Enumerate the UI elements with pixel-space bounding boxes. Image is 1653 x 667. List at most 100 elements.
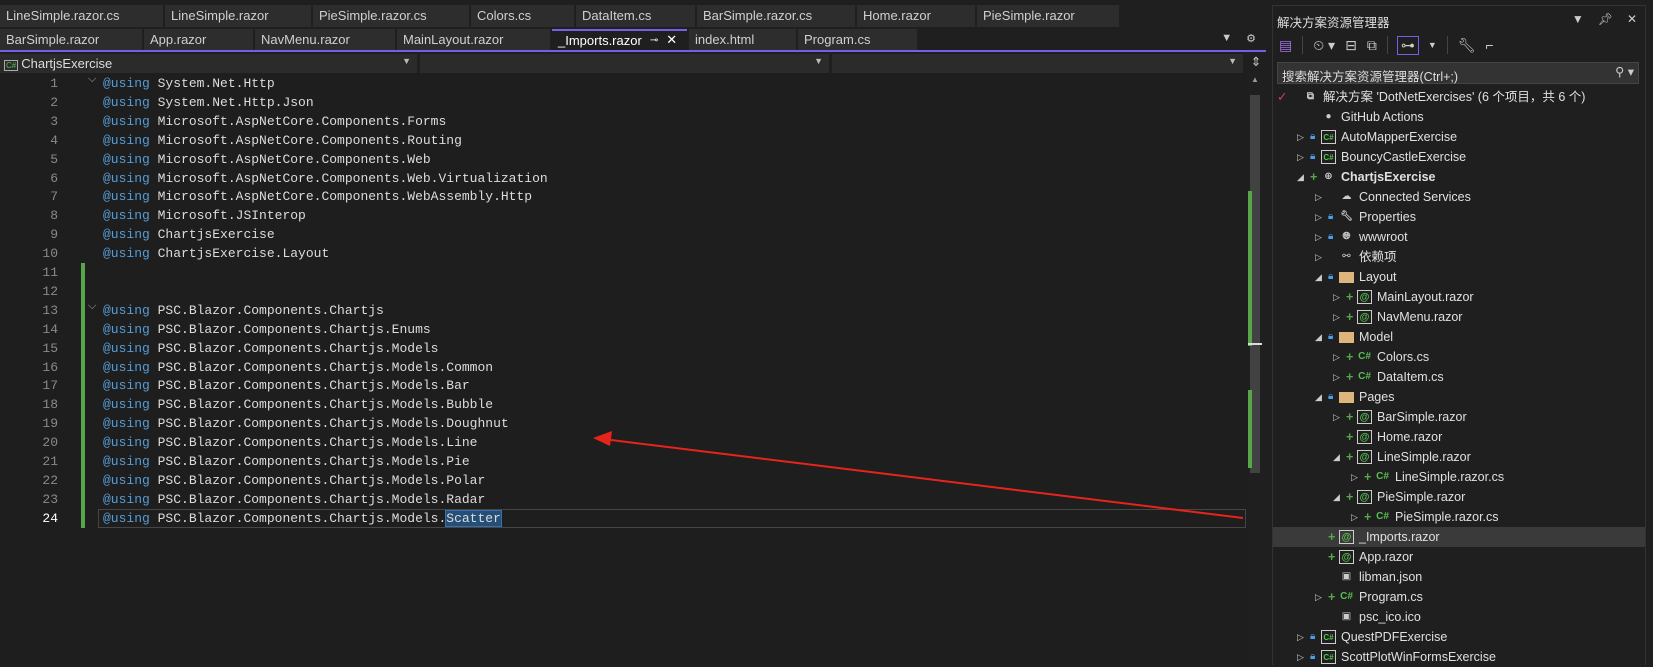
keyword: @using [103, 208, 150, 224]
type-dropdown[interactable]: ▼ [420, 54, 830, 73]
fold-collapse-icon[interactable]: ⌵ [88, 301, 96, 313]
collapsed-arrow-icon[interactable]: ▷ [1297, 147, 1304, 167]
tab-program-cs[interactable]: Program.cs [798, 29, 917, 51]
tree-item[interactable]: ▷ + C# PieSimple.razor.cs [1273, 507, 1645, 527]
vertical-scrollbar[interactable]: ▲ [1248, 73, 1262, 665]
tab-navmenu-razor[interactable]: NavMenu.razor [255, 29, 395, 51]
tree-item[interactable]: ▷ 🔒︎ C# ScottPlotWinFormsExercise [1273, 647, 1645, 667]
tree-item[interactable]: ▷ 🔒︎ 🔧︎ Properties [1273, 207, 1645, 227]
file-icon: ▣ [1341, 571, 1352, 582]
tab--imports-razor[interactable]: _Imports.razor ⊸ ✕ [552, 29, 687, 51]
tab-dataitem-cs[interactable]: DataItem.cs [576, 5, 695, 27]
collapsed-arrow-icon[interactable]: ▷ [1333, 307, 1340, 327]
collapsed-arrow-icon[interactable]: ▷ [1315, 207, 1322, 227]
tree-item[interactable]: ▷ + @ MainLayout.razor [1273, 287, 1645, 307]
collapsed-arrow-icon[interactable]: ▷ [1351, 507, 1358, 527]
tree-item[interactable]: ▷ 🔒︎ 🌐︎ wwwroot [1273, 227, 1645, 247]
search-icon[interactable]: ⚲ ▾ [1615, 64, 1634, 79]
tree-item[interactable]: ▷ + @ NavMenu.razor [1273, 307, 1645, 327]
tree-item[interactable]: ◢ + @ PieSimple.razor [1273, 487, 1645, 507]
collapsed-arrow-icon[interactable]: ▷ [1297, 647, 1304, 667]
tree-item[interactable]: ▷ + C# DataItem.cs [1273, 367, 1645, 387]
tree-item[interactable]: + @ App.razor [1273, 547, 1645, 567]
tab-app-razor[interactable]: App.razor [144, 29, 253, 51]
line-number: 12 [42, 283, 58, 299]
pin-tab-icon[interactable]: ⊸ [650, 35, 658, 46]
window-position-icon[interactable]: ▼ [1572, 12, 1584, 26]
tree-item[interactable]: ◢ + ⊕ ChartjsExercise [1273, 167, 1645, 187]
tab-piesimple-razor-cs[interactable]: PieSimple.razor.cs [313, 5, 469, 27]
tree-item[interactable]: ◢ 🔒︎ Layout [1273, 267, 1645, 287]
scroll-up-icon[interactable]: ▲ [1251, 75, 1259, 84]
tree-item[interactable]: ✓ ⧉ 解决方案 'DotNetExercises' (6 个项目，共 6 个) [1273, 87, 1645, 107]
show-all-files-icon[interactable]: ⧉ [1367, 37, 1377, 54]
code-line: @using PSC.Blazor.Components.Chartjs [103, 301, 384, 320]
close-tab-icon[interactable]: ✕ [666, 32, 677, 48]
tab-barsimple-razor-cs[interactable]: BarSimple.razor.cs [697, 5, 855, 27]
tree-item[interactable]: + @ _Imports.razor [1273, 527, 1645, 547]
code-editor[interactable]: ⌵ ⌵ 1 @using System.Net.Http 2 @using System.… [0, 73, 1247, 665]
sync-active-document-icon[interactable]: ⊶ [1396, 35, 1419, 55]
collapsed-arrow-icon[interactable]: ▷ [1333, 367, 1340, 387]
explorer-search-input[interactable]: 搜索解决方案资源管理器(Ctrl+;) ⚲ ▾ [1277, 62, 1639, 84]
chevron-down-icon[interactable]: ▼ [1428, 40, 1437, 50]
tab-barsimple-razor[interactable]: BarSimple.razor [0, 29, 142, 51]
pending-changes-filter-icon[interactable]: ⏲ ▾ [1313, 37, 1335, 54]
tab-index-html[interactable]: index.html [689, 29, 796, 51]
tree-item[interactable]: ● GitHub Actions [1273, 107, 1645, 127]
tree-item[interactable]: ◢ 🔒︎ Model [1273, 327, 1645, 347]
lock-icon: 🔒︎ [1310, 131, 1316, 142]
tree-item[interactable]: ▷ + C# Program.cs [1273, 587, 1645, 607]
properties-wrench-icon[interactable]: 🔧︎ [1458, 37, 1476, 54]
collapsed-arrow-icon[interactable]: ▷ [1333, 407, 1340, 427]
expanded-arrow-icon[interactable]: ◢ [1297, 167, 1304, 187]
preview-selected-icon[interactable]: ⌐ [1486, 37, 1494, 53]
tree-item[interactable]: ◢ 🔒︎ Pages [1273, 387, 1645, 407]
gear-icon[interactable]: ⚙ [1246, 32, 1256, 45]
tree-item-label: NavMenu.razor [1377, 310, 1463, 324]
tree-item[interactable]: ▷ 🔒︎ C# BouncyCastleExercise [1273, 147, 1645, 167]
tree-item[interactable]: ▣ psc_ico.ico [1273, 607, 1645, 627]
collapsed-arrow-icon[interactable]: ▷ [1315, 227, 1322, 247]
collapsed-arrow-icon[interactable]: ▷ [1315, 587, 1322, 607]
tree-item[interactable]: ▷ ⚯ 依赖项 [1273, 247, 1645, 267]
collapsed-arrow-icon[interactable]: ▷ [1333, 347, 1340, 367]
tree-item[interactable]: ◢ + @ LineSimple.razor [1273, 447, 1645, 467]
pin-icon[interactable]: 📌︎ [1598, 12, 1613, 26]
split-editor-icon[interactable]: ⇕ [1246, 54, 1266, 73]
keyword: @using [103, 491, 150, 507]
tree-item[interactable]: ▷ 🔒︎ C# AutoMapperExercise [1273, 127, 1645, 147]
tree-item[interactable]: ▣ libman.json [1273, 567, 1645, 587]
collapse-all-icon[interactable]: ⊟ [1345, 37, 1357, 54]
collapsed-arrow-icon[interactable]: ▷ [1297, 627, 1304, 647]
tree-item[interactable]: ▷ + @ BarSimple.razor [1273, 407, 1645, 427]
collapsed-arrow-icon[interactable]: ▷ [1297, 127, 1304, 147]
expanded-arrow-icon[interactable]: ◢ [1315, 267, 1322, 287]
tab-home-razor[interactable]: Home.razor [857, 5, 975, 27]
close-icon[interactable]: ✕ [1627, 12, 1637, 26]
tab-label: NavMenu.razor [261, 32, 350, 47]
tab-colors-cs[interactable]: Colors.cs [471, 5, 574, 27]
fold-collapse-icon[interactable]: ⌵ [88, 74, 96, 86]
expanded-arrow-icon[interactable]: ◢ [1333, 447, 1340, 467]
tab-linesimple-razor-cs[interactable]: LineSimple.razor.cs [0, 5, 163, 27]
collapsed-arrow-icon[interactable]: ▷ [1315, 187, 1322, 207]
tree-item[interactable]: ▷ + C# Colors.cs [1273, 347, 1645, 367]
tab-piesimple-razor[interactable]: PieSimple.razor [977, 5, 1119, 27]
switch-views-icon[interactable]: ▤ [1279, 37, 1292, 54]
member-dropdown[interactable]: ▼ [832, 54, 1244, 73]
tree-item[interactable]: + @ Home.razor [1273, 427, 1645, 447]
tab-linesimple-razor[interactable]: LineSimple.razor [165, 5, 311, 27]
collapsed-arrow-icon[interactable]: ▷ [1333, 287, 1340, 307]
tab-list-dropdown-icon[interactable]: ▼ [1221, 32, 1232, 45]
tree-item[interactable]: ▷ 🔒︎ C# QuestPDFExercise [1273, 627, 1645, 647]
collapsed-arrow-icon[interactable]: ▷ [1315, 247, 1322, 267]
expanded-arrow-icon[interactable]: ◢ [1315, 387, 1322, 407]
tab-mainlayout-razor[interactable]: MainLayout.razor [397, 29, 550, 51]
tree-item[interactable]: ▷ + C# LineSimple.razor.cs [1273, 467, 1645, 487]
expanded-arrow-icon[interactable]: ◢ [1315, 327, 1322, 347]
tree-item[interactable]: ▷ ☁ Connected Services [1273, 187, 1645, 207]
expanded-arrow-icon[interactable]: ◢ [1333, 487, 1340, 507]
project-dropdown[interactable]: C# ChartjsExercise ▼ [0, 54, 417, 73]
collapsed-arrow-icon[interactable]: ▷ [1351, 467, 1358, 487]
